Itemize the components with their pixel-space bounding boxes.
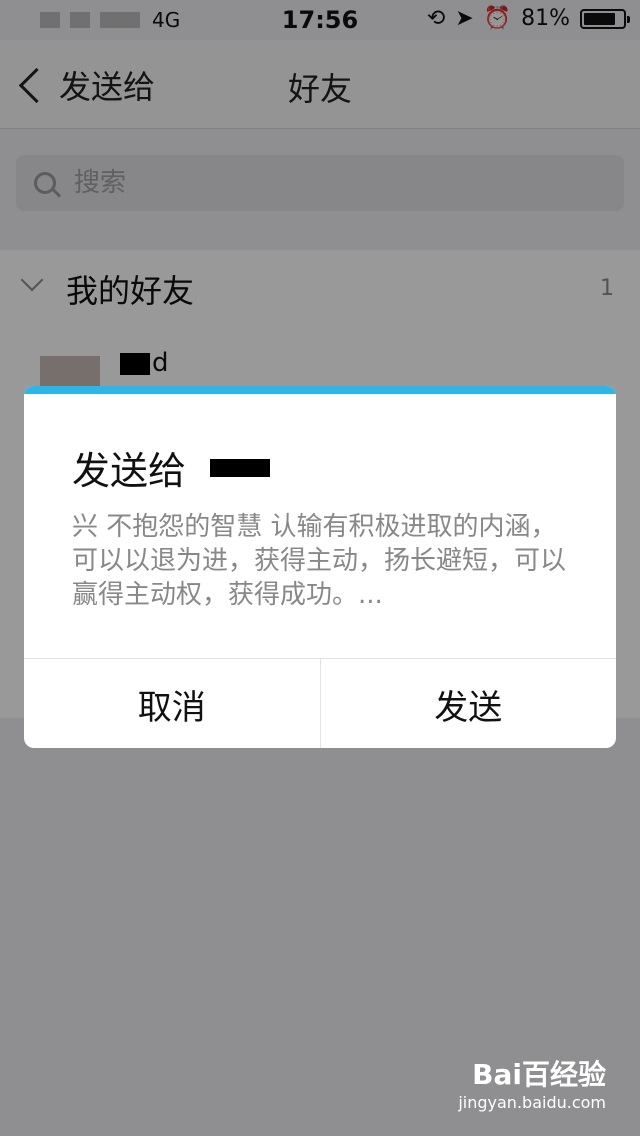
- dialog-buttons: 取消 发送: [24, 658, 616, 748]
- watermark-url: jingyan.baidu.com: [458, 1093, 606, 1112]
- dialog-message: 兴 不抱怨的智慧 认输有积极进取的内涵，可以以退为进，获得主动，扬长避短，可以赢…: [72, 512, 567, 610]
- redaction: [210, 458, 271, 477]
- dialog-accent-bar: [24, 386, 616, 394]
- cancel-button[interactable]: 取消: [24, 659, 320, 748]
- watermark: Bai百经验 jingyan.baidu.com: [458, 1053, 606, 1112]
- send-button[interactable]: 发送: [319, 659, 617, 748]
- dialog-title: 发送给: [72, 440, 271, 495]
- dialog-title-text: 发送给: [72, 449, 187, 493]
- watermark-brand: Bai百经验: [472, 1058, 606, 1091]
- send-dialog: 发送给 兴 不抱怨的智慧 认输有积极进取的内涵，可以以退为进，获得主动，扬长避短…: [24, 386, 616, 748]
